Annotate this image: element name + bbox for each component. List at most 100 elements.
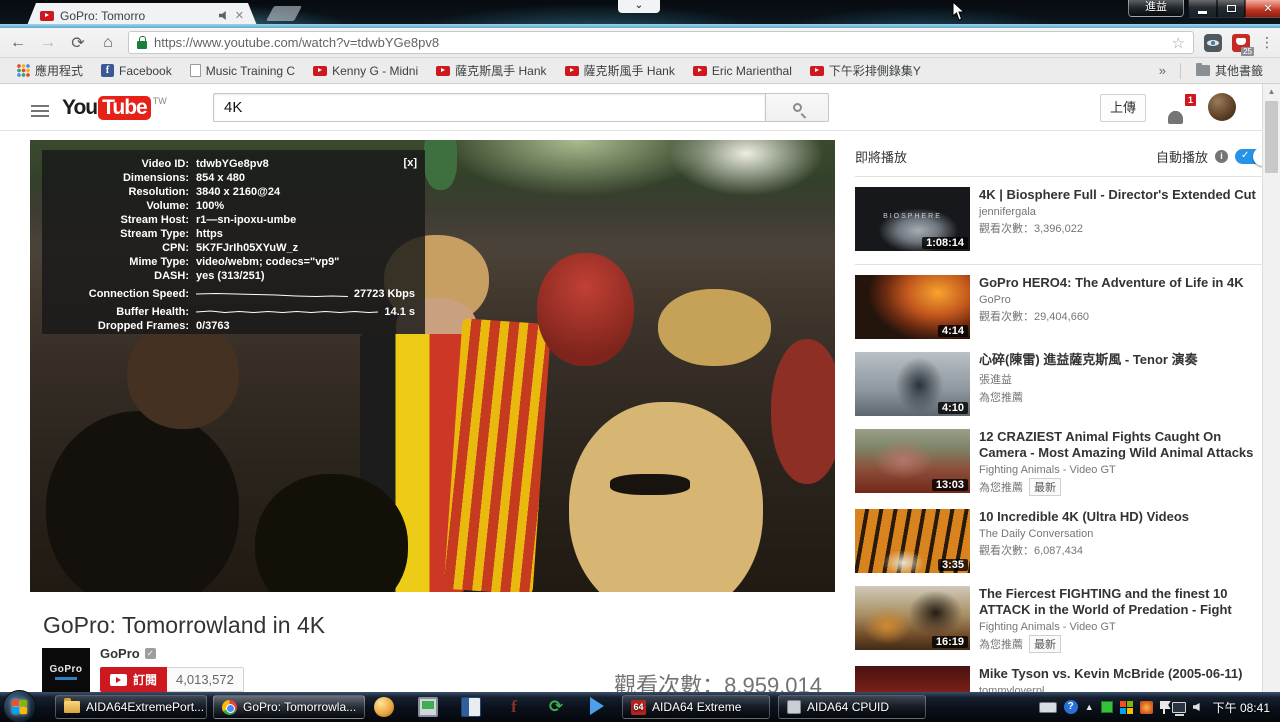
help-icon[interactable]: ? [1063,700,1078,714]
f-app-icon[interactable]: f [504,697,524,717]
refresh-icon[interactable]: ⟳ [68,33,88,53]
tray-green-icon[interactable] [1100,701,1113,713]
tab-audio-icon[interactable] [219,11,229,20]
search-button[interactable] [765,93,829,122]
bookmark-sax-hank-1[interactable]: 薩克斯風手 Hank [429,60,553,81]
bookmarks-bar: 應用程式 f Facebook Music Training C Kenny G … [0,58,1280,84]
verified-badge-icon: ✓ [144,648,156,659]
connection-speed-sparkline [196,292,348,298]
adblock-extension-icon[interactable]: 25 [1232,33,1254,56]
bookmark-rehearsal[interactable]: 下午彩排側錄集Y [803,60,928,81]
related-sidebar: 即將播放 自動播放 i BIOSPHERE 1:08:14 4K | Biosp… [855,145,1272,722]
secure-lock-icon[interactable] [137,35,147,49]
tray-orange-icon[interactable] [1139,700,1153,714]
bookmark-star-icon[interactable]: ☆ [1172,34,1185,52]
subscribe-button[interactable]: 訂閱 [100,667,168,692]
action-center-flag-icon[interactable] [1159,700,1171,714]
back-icon[interactable]: ← [8,34,28,52]
tab-close-icon[interactable]: ✕ [235,9,244,22]
maximize-button[interactable] [1217,0,1245,18]
account-avatar[interactable] [1208,93,1236,121]
url-text[interactable]: https://www.youtube.com/watch?v=tdwbYGe8… [154,35,1165,50]
channel-avatar[interactable]: GoPro [42,648,90,696]
stats-close-button[interactable]: [x] [404,156,417,170]
video-player[interactable]: [x] Video ID: tdwbYGe8pv8 Dimensions: 854 … [30,140,835,592]
windows-logo-icon [12,699,27,714]
youtube-icon [436,65,451,76]
other-bookmarks-button[interactable]: 其他書籤 [1189,60,1270,81]
striped-flag [443,318,551,592]
keyboard-ime-icon[interactable] [1038,701,1057,713]
bookmarks-overflow-icon[interactable]: » [1153,63,1172,78]
start-button[interactable] [3,690,36,722]
autoplay-label: 自動播放 [1155,149,1208,165]
taskbar-folder-button[interactable]: AIDA64ExtremePort... [55,695,207,719]
profile-button[interactable]: 進益 [1128,0,1184,17]
new-badge: 最新 [1029,635,1061,653]
upnext-label: 即將播放 [855,149,908,165]
player-app-icon[interactable] [590,697,604,715]
youtube-icon [313,65,328,76]
taskbar-aida64-button[interactable]: 64 AIDA64 Extreme [622,695,770,719]
hamburger-menu-icon[interactable] [31,105,49,117]
bookmark-eric-marienthal[interactable]: Eric Marienthal [686,62,799,80]
crowd-art [46,411,240,592]
volume-icon[interactable] [1192,703,1200,711]
browser-tab[interactable]: GoPro: Tomorro ✕ [26,3,258,28]
scrollbar-up-arrow[interactable]: ▲ [1263,84,1280,99]
related-video-item[interactable]: 4:10 心碎(陳雷) 進益薩克斯風 - Tenor 演奏 張進益 為您推薦 [855,352,1271,416]
related-video-item[interactable]: 4:14 GoPro HERO4: The Adventure of Life … [855,275,1271,339]
duration-badge: 4:14 [937,325,968,337]
search-input[interactable] [213,93,765,122]
related-video-item[interactable]: 13:03 12 CRAZIEST Animal Fights Caught O… [855,429,1271,496]
browser-navbar: ← → ⟳ ⌂ https://www.youtube.com/watch?v=… [0,28,1280,58]
taskbar-cpuid-button[interactable]: AIDA64 CPUID [778,695,926,719]
bell-icon [1168,111,1183,124]
buffer-health-sparkline [196,310,379,314]
crowd-art [569,402,763,592]
page-scrollbar[interactable]: ▲ [1262,84,1280,692]
bookmark-music-training[interactable]: Music Training C [183,62,302,80]
channel-name[interactable]: GoPro [100,646,140,661]
home-icon[interactable]: ⌂ [98,34,118,52]
crowd-art [770,338,835,484]
apps-grid-icon [17,64,30,77]
new-tab-button[interactable] [266,6,302,21]
media-app-icon[interactable] [461,697,481,717]
duration-badge: 13:03 [931,479,968,491]
bookmark-sax-hank-2[interactable]: 薩克斯風手 Hank [558,60,682,81]
upload-button[interactable]: 上傳 [1100,94,1146,122]
bookmark-kenny-g[interactable]: Kenny G - Midni [306,62,425,80]
subscribe-play-icon [110,673,127,686]
forward-icon[interactable]: → [38,34,58,52]
eye-extension-icon[interactable] [1204,33,1222,52]
sync-app-icon[interactable]: ⟳ [546,697,566,717]
related-video-item[interactable]: 16:19 The Fiercest FIGHTING and the fine… [855,586,1271,653]
close-button[interactable]: ✕ [1245,0,1280,18]
minimize-button[interactable] [1188,0,1217,18]
network-icon[interactable] [1171,701,1186,716]
video-thumbnail: 16:19 [855,586,970,650]
taskbar-clock[interactable]: 下午 08:41 [1207,699,1276,716]
info-icon[interactable]: i [1215,149,1228,163]
related-video-item[interactable]: BIOSPHERE 1:08:14 4K | Biosphere Full - … [855,187,1271,251]
chevron-down-icon[interactable]: ⌄ [618,0,660,13]
youtube-logo[interactable]: You Tube TW [62,96,167,120]
cpuid-chip-icon [787,700,801,714]
bookmark-apps[interactable]: 應用程式 [10,60,90,81]
browser-menu-icon[interactable]: ⋮ [1260,34,1274,51]
bottle-art [424,140,457,190]
related-video-item[interactable]: 3:35 10 Incredible 4K (Ultra HD) Videos … [855,509,1271,573]
monitor-app-icon[interactable] [418,697,438,717]
taskbar-pinned-app-icon[interactable] [374,697,394,717]
address-bar[interactable]: https://www.youtube.com/watch?v=tdwbYGe8… [128,31,1194,54]
taskbar-chrome-button[interactable]: GoPro: Tomorrowla... [213,695,365,719]
search-icon [792,103,802,112]
notifications-button[interactable]: 1 [1168,94,1196,124]
tray-windows-icon[interactable] [1119,700,1133,714]
scrollbar-thumb[interactable] [1265,101,1278,173]
new-badge: 最新 [1029,478,1061,496]
hidden-icons-arrow[interactable]: ▲ [1085,702,1094,712]
bookmark-facebook[interactable]: f Facebook [94,62,179,80]
folder-icon [1195,63,1210,76]
